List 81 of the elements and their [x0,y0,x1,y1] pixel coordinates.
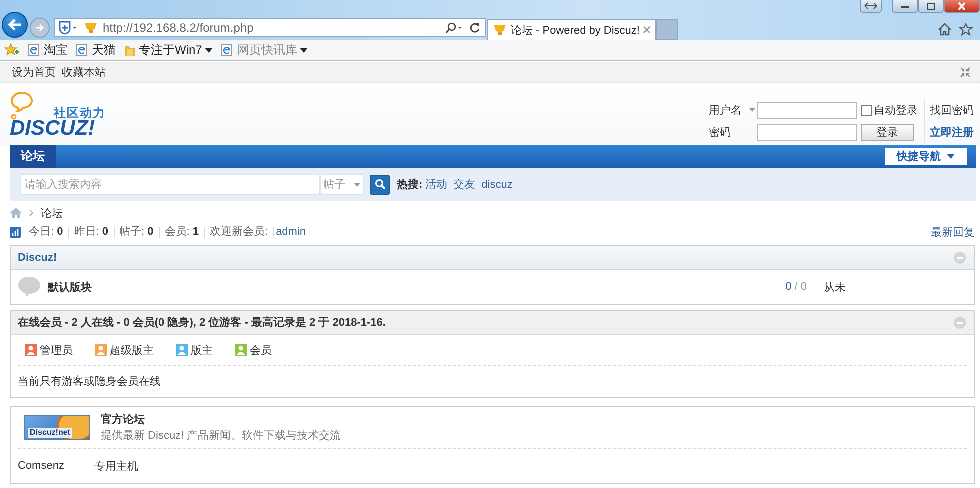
stat-text: 昨日: 0 [69,226,114,238]
shield-icon [59,20,79,34]
minimize-icon [900,3,910,9]
close-icon [957,2,967,10]
friend-link[interactable]: Comsenz [18,460,64,472]
legend-label: 管理员 [40,344,73,358]
forward-button[interactable] [30,18,50,38]
username-field[interactable] [757,102,857,118]
address-bar[interactable]: http://192.168.8.2/forum.php [54,18,486,37]
collapse-icon[interactable] [960,66,971,78]
register-link[interactable]: 立即注册 [930,124,974,140]
hot-search-link[interactable]: 活动 [426,177,448,192]
caret-icon [354,182,360,186]
chevron-icon [29,209,34,217]
nav-tab[interactable]: 论坛 [10,145,56,168]
legend-label: 会员 [250,344,272,358]
back-button[interactable] [2,12,28,38]
breadcrumb-link[interactable]: 论坛 [41,206,63,220]
latest-replies-link[interactable]: 最新回复 [931,224,975,240]
restore-icon [926,2,936,10]
password-field[interactable] [757,124,857,140]
login-button[interactable]: 登录 [861,124,914,140]
browser-tab[interactable]: 论坛 - Powered by Discuz! [487,19,656,40]
folder-icon [124,44,136,56]
url-text: http://192.168.8.2/forum.php [103,20,255,34]
top-link[interactable]: 设为首页 [12,64,56,80]
banner-text: Discuz!net [28,428,72,438]
home-icon[interactable] [938,23,952,36]
favorite-link[interactable]: 淘宝 [28,42,68,58]
forum-name[interactable]: 默认版块 [48,280,92,294]
legend-label: 版主 [191,344,213,358]
refresh-icon[interactable] [469,22,481,34]
site-banner[interactable]: Discuz!net [24,415,90,440]
stat-text: 今日: 0 [24,226,70,238]
auto-login-checkbox[interactable]: 自动登录 [861,102,918,118]
stat-text: 帖子: 0 [114,226,160,238]
star-icon[interactable] [959,23,973,36]
link-title[interactable]: 官方论坛 [101,412,342,427]
search-field[interactable]: 请输入搜索内容 [20,174,320,195]
hot-search-link[interactable]: 交友 [454,177,476,192]
arrow-left-icon [8,18,22,30]
hot-search-label: 热搜: [397,178,423,192]
friend-link[interactable]: 专用主机 [94,458,138,474]
compat-view-button[interactable] [860,0,882,13]
post-count: / 0 [794,281,807,293]
page-icon [221,44,234,56]
speech-bubble-icon [18,277,41,297]
tab-title: 论坛 - Powered by Discuz! [511,24,640,38]
caret-icon [749,108,756,112]
close-icon[interactable] [642,26,651,34]
minimize-button[interactable] [892,0,918,13]
thread-count: 0 [786,281,792,293]
stat-text: 欢迎新会员: [205,226,274,238]
favorite-link[interactable]: 专注于Win7 [124,42,214,58]
chart-icon [10,226,21,238]
new-member-link[interactable]: admin [276,226,306,238]
caret-icon [947,154,955,159]
search-button[interactable] [370,174,390,194]
page-icon [28,44,41,56]
top-link[interactable]: 收藏本站 [62,64,106,80]
quick-nav-button[interactable]: 快捷导航 [885,148,967,165]
double-arrow-icon [864,2,878,10]
search-icon [374,179,386,190]
page-icon [76,44,89,56]
username-label[interactable]: 用户名 [709,102,756,118]
favorite-link[interactable]: 天猫 [76,42,116,58]
online-message: 当前只有游客或隐身会员在线 [17,374,162,390]
stat-text: 会员: 1 [160,226,205,238]
search-icon[interactable] [445,22,465,34]
category-title[interactable]: Discuz! [18,252,58,264]
logo-slogan: 社区动力 [54,105,106,120]
restore-button[interactable] [918,0,944,13]
password-label: 密码 [709,126,731,140]
arrow-right-icon [35,22,45,32]
favorites-star-icon[interactable] [4,43,20,57]
forgot-password-link[interactable]: 找回密码 [930,102,974,118]
close-button[interactable] [944,0,980,13]
last-post-text: 从未 [824,280,847,294]
hot-search-link[interactable]: discuz [482,178,513,190]
link-description: 提供最新 Discuz! 产品新闻、软件下载与技术交流 [101,428,342,443]
legend-label: 超级版主 [110,344,154,358]
